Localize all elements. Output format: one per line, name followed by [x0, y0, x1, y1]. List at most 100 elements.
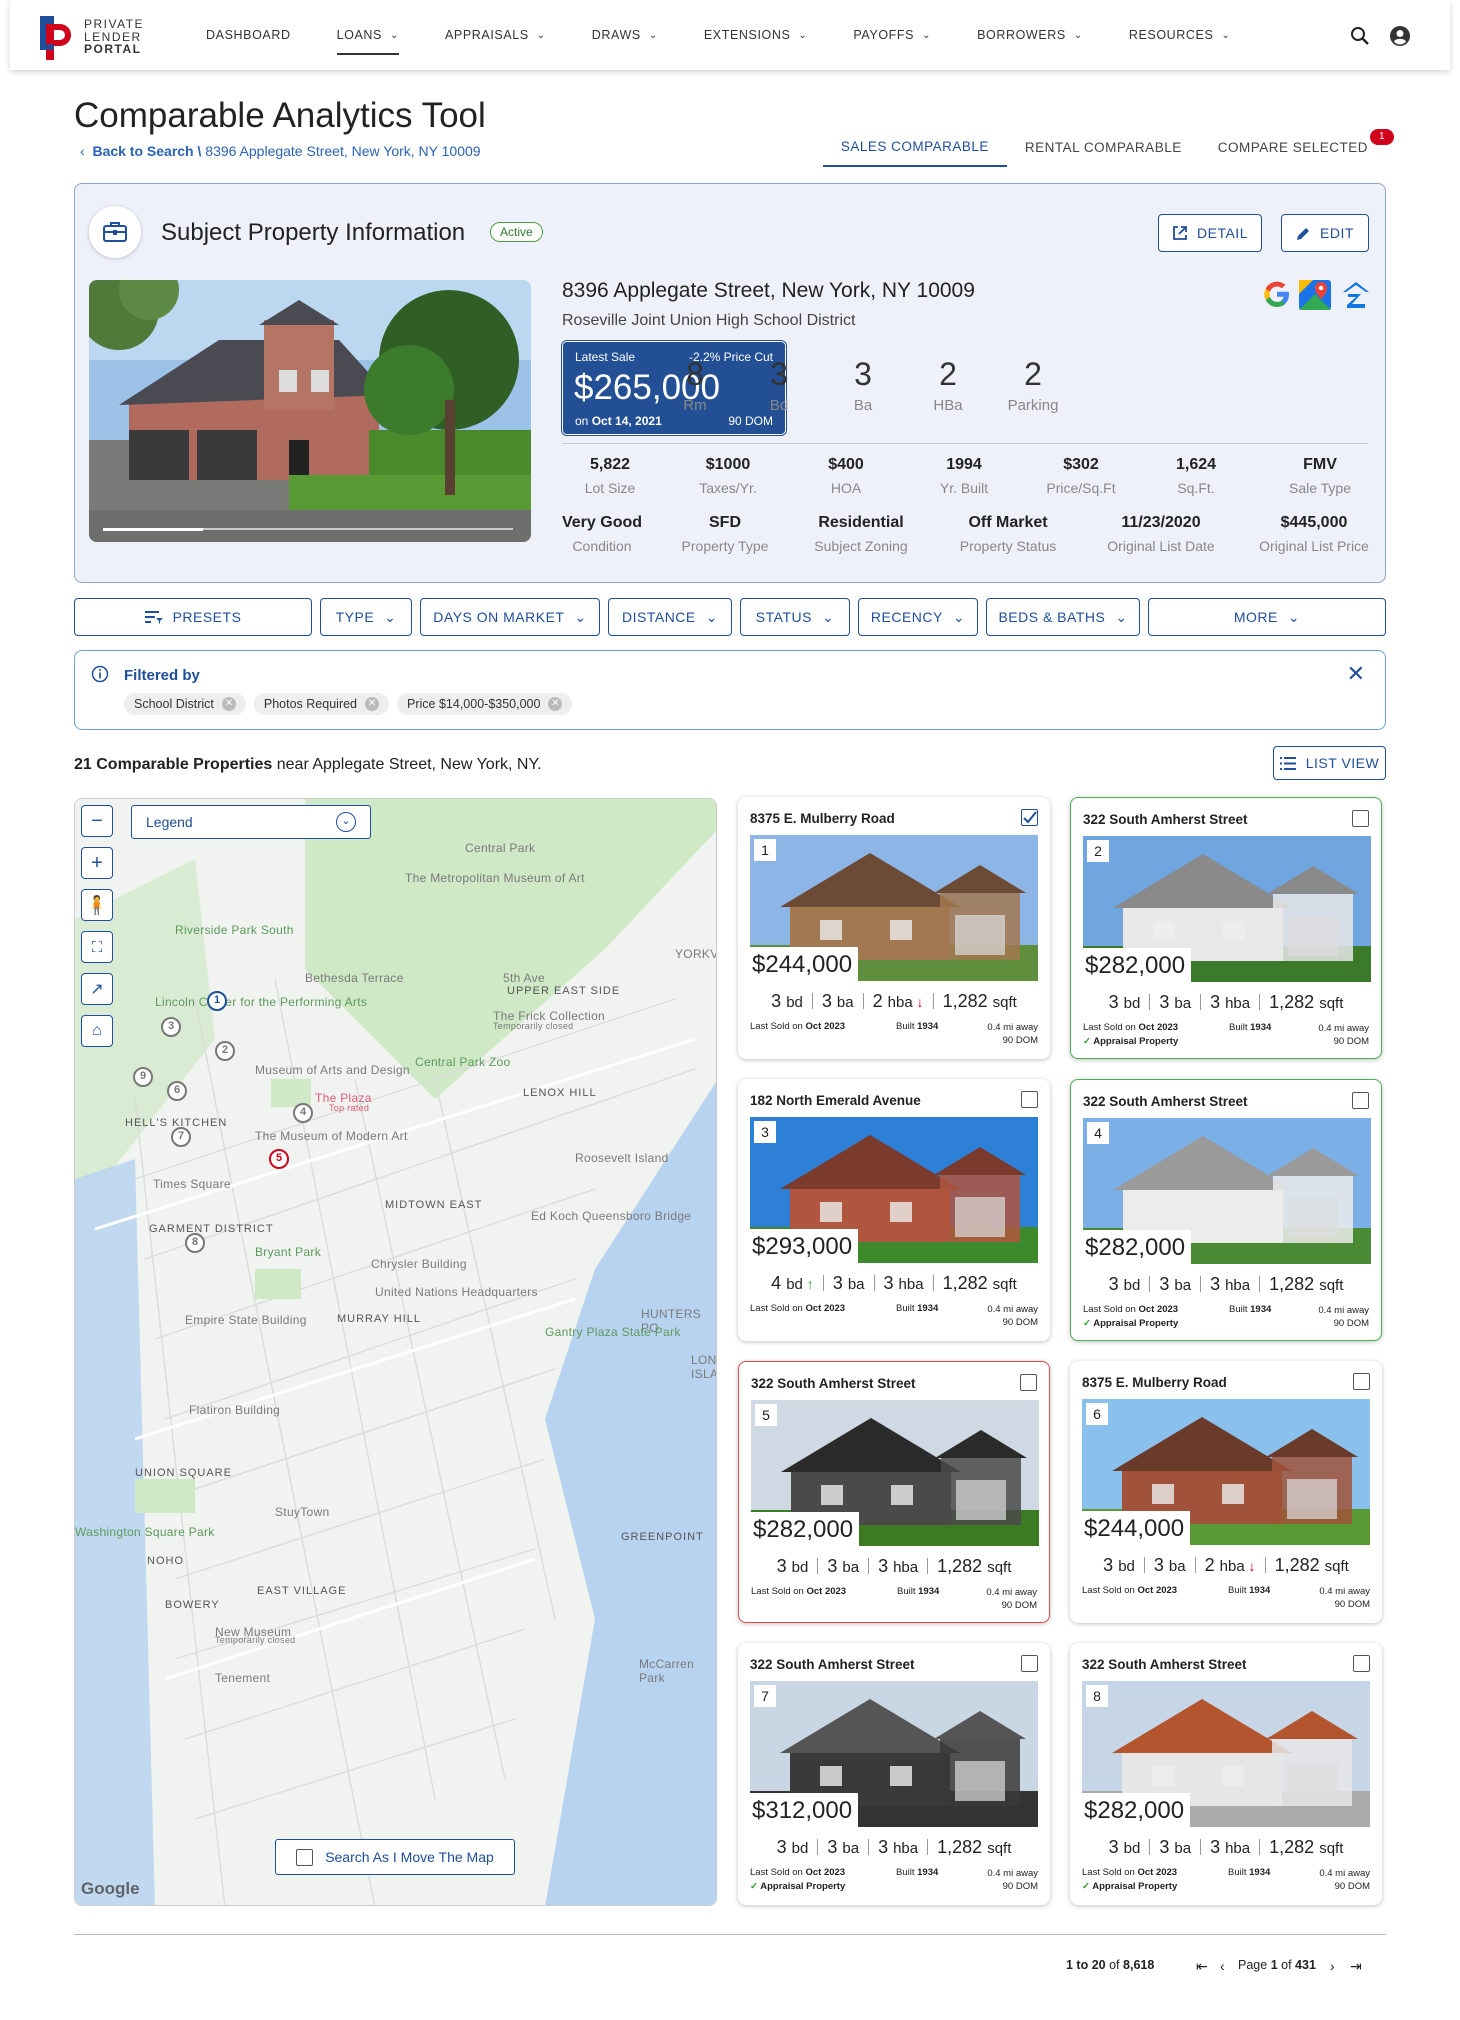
map-label: Bryant Park — [255, 1245, 321, 1259]
select-checkbox[interactable] — [1353, 1655, 1370, 1672]
arrow-up-icon: ↑ — [802, 1276, 814, 1292]
type-filter[interactable]: TYPE ⌄ — [320, 598, 412, 636]
comparable-card[interactable]: 322 South Amherst Street 8 $282,000 3 bd 3 b… — [1070, 1643, 1382, 1905]
more-filter[interactable]: MORE ⌄ — [1148, 598, 1386, 636]
card-photo[interactable]: 7 $312,000 — [750, 1681, 1038, 1827]
map-pin-8[interactable]: 8 — [185, 1233, 205, 1253]
map-pin-6[interactable]: 6 — [167, 1081, 187, 1101]
map-label: The Metropolitan Museum of Art — [405, 871, 585, 885]
nav-loans[interactable]: LOANS ⌄ — [336, 0, 400, 70]
search-as-i-move-toggle[interactable]: Search As I Move The Map — [275, 1839, 515, 1875]
chevron-down-icon: ⌄ — [1073, 29, 1083, 41]
nav-extensions[interactable]: EXTENSIONS ⌄ — [704, 0, 808, 70]
filtered-by-label: Filtered by — [124, 667, 200, 684]
select-checkbox[interactable] — [1021, 1655, 1038, 1672]
remove-chip-icon[interactable]: ✕ — [221, 697, 236, 711]
comparable-card[interactable]: 322 South Amherst Street 4 $282,000 3 bd 3 b… — [1070, 1079, 1382, 1341]
edit-button[interactable]: EDIT — [1281, 214, 1369, 252]
select-checkbox[interactable] — [1353, 1373, 1370, 1390]
presets-button[interactable]: PRESETS — [74, 598, 312, 636]
zoom-out-button[interactable]: − — [81, 805, 113, 837]
select-checkbox[interactable] — [1021, 1091, 1038, 1108]
remove-chip-icon[interactable]: ✕ — [365, 697, 380, 711]
map-label: Bethesda Terrace — [305, 971, 404, 985]
legend-dropdown[interactable]: Legend ⌄ — [131, 805, 371, 839]
detail-button[interactable]: DETAIL — [1158, 214, 1262, 252]
close-icon[interactable]: ✕ — [1347, 661, 1365, 687]
checkbox[interactable] — [296, 1848, 314, 1866]
street-view-icon[interactable]: 🧍 — [81, 889, 113, 921]
card-photo[interactable]: 5 $282,000 — [751, 1400, 1039, 1546]
map-pin-2[interactable]: 2 — [215, 1041, 235, 1061]
nav-dashboard[interactable]: DASHBOARD — [206, 0, 291, 70]
map-pin-9[interactable]: 9 — [133, 1067, 153, 1087]
search-icon[interactable] — [1350, 26, 1370, 46]
nav-borrowers[interactable]: BORROWERS ⌄ — [977, 0, 1083, 70]
zoom-in-button[interactable]: + — [81, 847, 113, 879]
recency-filter[interactable]: RECENCY ⌄ — [858, 598, 978, 636]
portal-logo[interactable] — [40, 16, 74, 60]
tab-compare-selected[interactable]: COMPARE SELECTED 1 — [1200, 127, 1394, 167]
comparable-card[interactable]: 322 South Amherst Street 5 $282,000 3 bd 3 b… — [738, 1361, 1050, 1623]
first-page-icon[interactable]: ⇤ — [1196, 1958, 1208, 1975]
tab-sales-comparable[interactable]: SALES COMPARABLE — [822, 127, 1007, 167]
comparable-card[interactable]: 8375 E. Mulberry Road 1 $244,000 3 bd 3 ba 2 … — [738, 797, 1050, 1059]
google-icon[interactable] — [1263, 280, 1291, 308]
card-number: 3 — [754, 1121, 776, 1143]
comparable-card[interactable]: 322 South Amherst Street 7 $312,000 3 bd 3 b… — [738, 1643, 1050, 1905]
back-to-search-link[interactable]: Back to Search \ — [92, 143, 201, 159]
next-page-icon[interactable]: › — [1330, 1958, 1335, 1974]
comparable-card[interactable]: 8375 E. Mulberry Road 6 $244,000 3 bd 3 ba 2 … — [1070, 1361, 1382, 1623]
map-pin-4[interactable]: 4 — [293, 1103, 313, 1123]
card-photo[interactable]: 6 $244,000 — [1082, 1399, 1370, 1545]
prev-page-icon[interactable]: ‹ — [1220, 1958, 1225, 1974]
map-label: Washington Square Park — [75, 1525, 215, 1539]
map-pin-7[interactable]: 7 — [171, 1127, 191, 1147]
select-checkbox-checked[interactable] — [1021, 809, 1038, 826]
nav-payoffs[interactable]: PAYOFFS ⌄ — [853, 0, 931, 70]
map-pin-1[interactable]: 1 — [207, 991, 227, 1011]
check-icon: ✓ — [1083, 1036, 1094, 1047]
divider — [74, 1934, 1386, 1935]
map-canvas[interactable] — [75, 799, 717, 1906]
subject-property-photo[interactable] — [89, 280, 531, 542]
nav-draws[interactable]: DRAWS ⌄ — [592, 0, 658, 70]
card-photo[interactable]: 4 $282,000 — [1083, 1118, 1371, 1264]
remove-chip-icon[interactable]: ✕ — [548, 697, 563, 711]
card-photo[interactable]: 3 $293,000 — [750, 1117, 1038, 1263]
map-pin-3[interactable]: 3 — [161, 1017, 181, 1037]
list-view-button[interactable]: LIST VIEW — [1273, 746, 1386, 780]
last-page-icon[interactable]: ⇥ — [1350, 1958, 1362, 1975]
comparable-card[interactable]: 182 North Emerald Avenue 3 $293,000 4 bd ↑ 3… — [738, 1079, 1050, 1341]
account-icon[interactable] — [1390, 26, 1410, 46]
status-filter[interactable]: STATUS ⌄ — [740, 598, 850, 636]
measure-icon[interactable]: ↗ — [81, 973, 113, 1005]
comparable-card[interactable]: 322 South Amherst Street 2 $282,000 3 bd 3 b… — [1070, 797, 1382, 1059]
card-price: $282,000 — [751, 1512, 860, 1546]
google-maps-icon[interactable] — [1299, 280, 1331, 310]
select-checkbox[interactable] — [1352, 1092, 1369, 1109]
distance-filter[interactable]: DISTANCE ⌄ — [608, 598, 732, 636]
filter-chip: Photos Required ✕ — [253, 693, 390, 715]
nav-label: RESOURCES — [1128, 28, 1214, 42]
map-pin-5[interactable]: 5 — [269, 1149, 289, 1169]
fullscreen-icon[interactable]: ⛶ — [81, 931, 113, 963]
map-label: YORKVIL — [675, 947, 717, 961]
card-photo[interactable]: 2 $282,000 — [1083, 836, 1371, 982]
card-photo[interactable]: 1 $244,000 — [750, 835, 1038, 981]
zillow-icon[interactable] — [1341, 280, 1371, 310]
appraisal-property-label: ✓ Appraisal Property — [1082, 1881, 1178, 1892]
breadcrumb: ‹ Back to Search \ 8396 Applegate Street… — [80, 143, 481, 159]
card-photo[interactable]: 8 $282,000 — [1082, 1681, 1370, 1827]
nav-appraisals[interactable]: APPRAISALS ⌄ — [445, 0, 546, 70]
comparables-map[interactable]: − + 🧍 ⛶ ↗ ⌂ Legend ⌄ Central Park The Metr… — [74, 798, 717, 1906]
nav-resources[interactable]: RESOURCES ⌄ — [1129, 0, 1231, 70]
beds-baths-filter[interactable]: BEDS & BATHS ⌄ — [986, 598, 1140, 636]
card-price: $282,000 — [1082, 1793, 1191, 1827]
card-price: $282,000 — [1083, 948, 1192, 982]
select-checkbox[interactable] — [1020, 1374, 1037, 1391]
days-on-market-filter[interactable]: DAYS ON MARKET ⌄ — [420, 598, 600, 636]
home-icon[interactable]: ⌂ — [81, 1015, 113, 1047]
select-checkbox[interactable] — [1352, 810, 1369, 827]
tab-rental-comparable[interactable]: RENTAL COMPARABLE — [1007, 127, 1200, 167]
